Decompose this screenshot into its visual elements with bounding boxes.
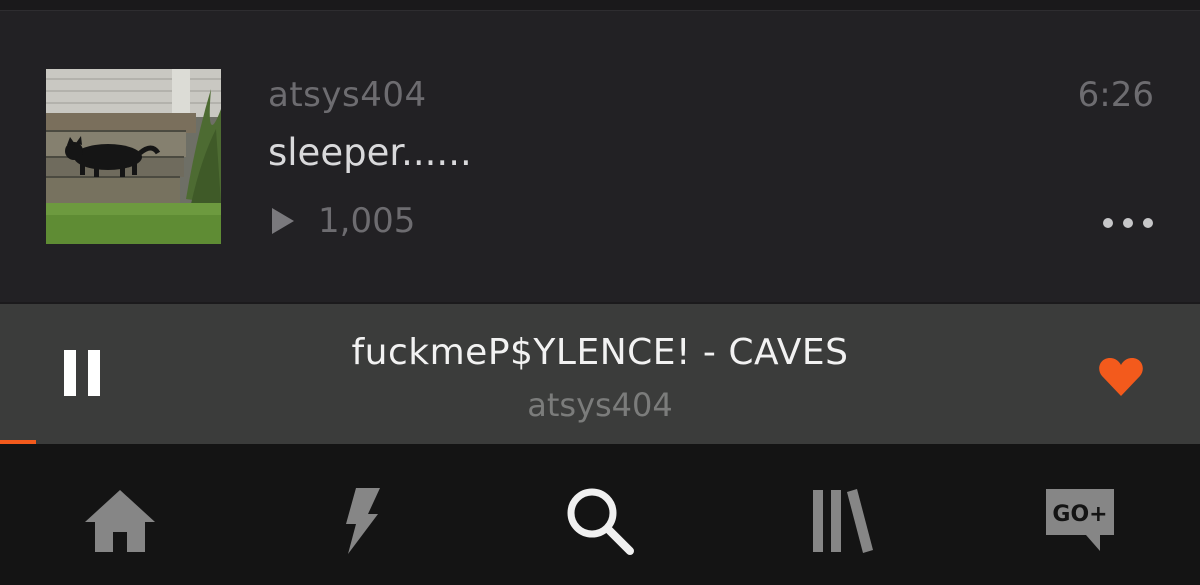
- mini-player[interactable]: fuckmeP$YLENCE! - CAVES atsys404: [0, 304, 1200, 444]
- more-dots-icon[interactable]: [1102, 211, 1154, 235]
- track-username[interactable]: atsys404: [268, 75, 427, 115]
- play-count: 1,005: [318, 201, 416, 241]
- play-icon: [272, 208, 294, 234]
- go-plus-icon: GO+: [1046, 489, 1114, 551]
- track-artwork[interactable]: [46, 69, 221, 244]
- library-icon: [813, 489, 873, 553]
- top-divider: [0, 0, 1200, 11]
- nav-search[interactable]: [560, 484, 640, 558]
- cat-on-steps-artwork: [46, 69, 221, 244]
- heart-icon[interactable]: [1098, 356, 1144, 398]
- track-list-item[interactable]: atsys404 sleeper...... 6:26 1,005: [0, 11, 1200, 303]
- go-plus-label: GO+: [1052, 502, 1107, 527]
- nav-go-plus[interactable]: GO+: [1040, 484, 1120, 558]
- track-duration: 6:26: [1077, 75, 1154, 115]
- home-icon: [85, 490, 155, 552]
- app-screen: atsys404 sleeper...... 6:26 1,005 fuckme…: [0, 0, 1200, 585]
- bottom-navigation: GO+: [0, 444, 1200, 585]
- search-icon: [567, 488, 634, 555]
- nav-home[interactable]: [80, 484, 160, 558]
- track-title[interactable]: sleeper......: [268, 131, 472, 174]
- now-playing-title[interactable]: fuckmeP$YLENCE! - CAVES: [0, 332, 1200, 373]
- nav-stream[interactable]: [322, 484, 402, 558]
- lightning-icon: [346, 488, 380, 554]
- play-count-group: 1,005: [270, 201, 415, 241]
- now-playing-username[interactable]: atsys404: [0, 386, 1200, 424]
- nav-library[interactable]: [800, 484, 880, 558]
